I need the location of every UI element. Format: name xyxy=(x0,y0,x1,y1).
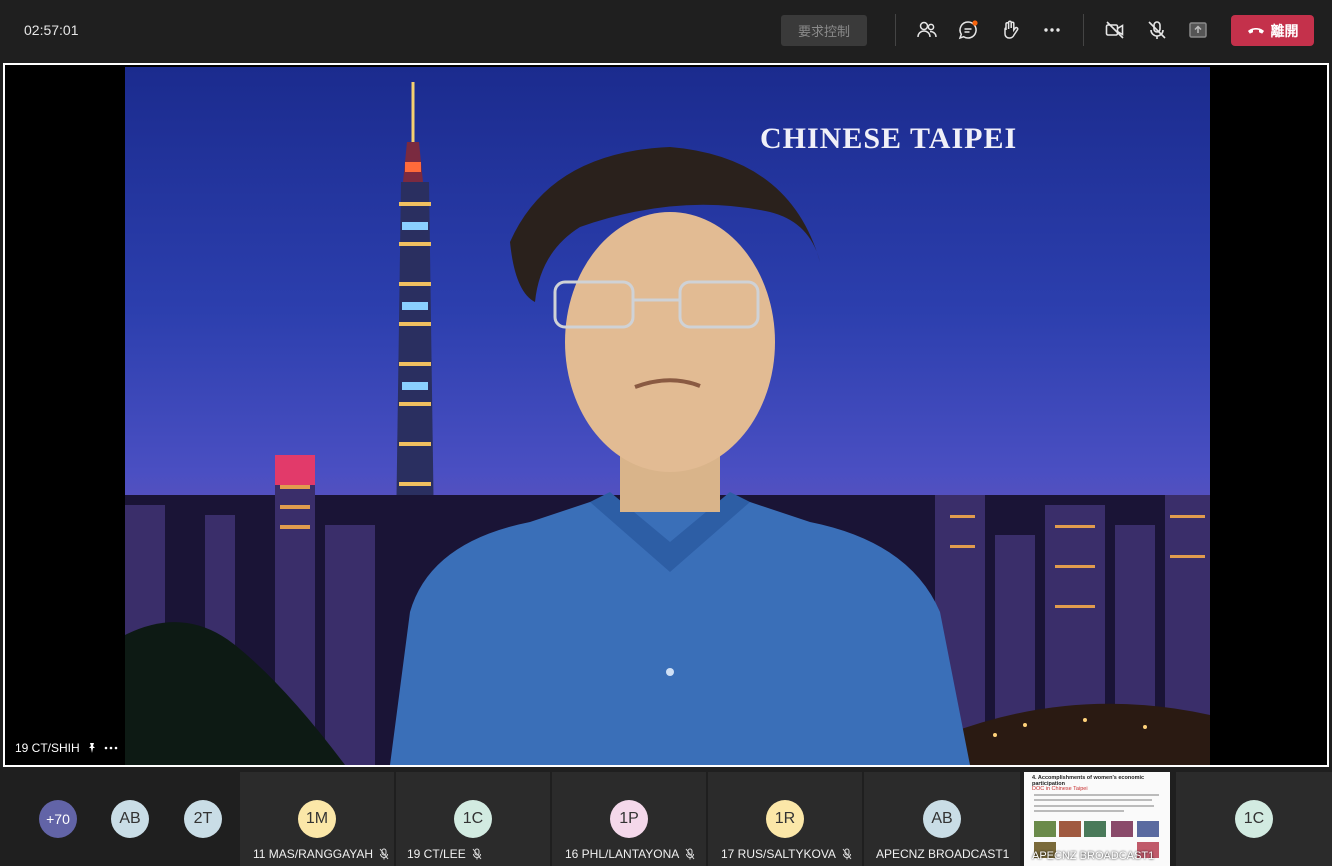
slide-subtitle: DOC in Chinese Taipei xyxy=(1032,786,1088,792)
request-control-button[interactable]: 要求控制 xyxy=(781,15,867,46)
participant-video-feed: CHINESE TAIPEI xyxy=(125,67,1210,765)
participant-name-row: 11 MAS/RANGGAYAH xyxy=(253,847,389,861)
participant-name: APECNZ BROADCAST1 xyxy=(876,847,1010,861)
avatar: 1C xyxy=(454,800,492,838)
background-caption: CHINESE TAIPEI xyxy=(760,122,1018,155)
participant-name: 11 MAS/RANGGAYAH xyxy=(253,847,374,861)
avatar: 1C xyxy=(1235,800,1273,838)
participants-icon[interactable] xyxy=(914,17,940,43)
shared-screen-label: APECNZ BROADCAST1 xyxy=(1032,850,1155,862)
leave-label: 離開 xyxy=(1270,22,1299,39)
meeting-timer: 02:57:01 xyxy=(24,22,79,38)
leave-button[interactable]: 離開 xyxy=(1231,15,1314,46)
overflow-participants-count[interactable]: +70 xyxy=(39,800,77,838)
mic-off-icon[interactable] xyxy=(1144,17,1170,43)
main-participant-name: 19 CT/SHIH xyxy=(15,741,80,755)
toolbar-divider xyxy=(1083,14,1084,46)
participant-name: 16 PHL/LANTAYONA xyxy=(565,847,680,861)
hang-up-icon xyxy=(1247,27,1264,34)
camera-off-icon[interactable] xyxy=(1102,17,1128,43)
raise-hand-icon[interactable] xyxy=(997,17,1023,43)
presenter-figure xyxy=(390,147,970,765)
avatar[interactable]: 2T xyxy=(184,800,222,838)
participant-tile[interactable]: 1C 19 CT/LEE xyxy=(396,772,550,866)
avatar: AB xyxy=(923,800,961,838)
avatar[interactable]: AB xyxy=(111,800,149,838)
participant-tile[interactable]: 1P 16 PHL/LANTAYONA xyxy=(552,772,706,866)
participant-name: 19 CT/LEE xyxy=(407,847,466,861)
main-video-tile[interactable]: CHINESE TAIPEI 19 CT/SHIH xyxy=(3,63,1329,767)
more-options-icon[interactable] xyxy=(1039,17,1065,43)
participant-name-row: 16 PHL/LANTAYONA xyxy=(565,847,695,861)
meeting-toolbar: 02:57:01 要求控制 離開 xyxy=(0,0,1332,62)
share-screen-icon[interactable] xyxy=(1185,17,1211,43)
mic-off-icon xyxy=(685,848,695,860)
mic-off-icon xyxy=(379,848,389,860)
participant-name-row: 17 RUS/SALTYKOVA xyxy=(721,847,852,861)
avatar: 1P xyxy=(610,800,648,838)
mic-off-icon xyxy=(472,848,482,860)
participant-name-row: 19 CT/LEE xyxy=(407,847,482,861)
participant-tile[interactable]: 1M 11 MAS/RANGGAYAH xyxy=(240,772,394,866)
avatar: 1M xyxy=(298,800,336,838)
shared-screen-tile[interactable]: 4. Accomplishments of women's economic p… xyxy=(1024,772,1170,866)
participant-tile[interactable]: 1C xyxy=(1176,772,1332,866)
more-options-icon[interactable] xyxy=(104,746,118,750)
pin-icon[interactable] xyxy=(86,742,98,754)
avatar: 1R xyxy=(766,800,804,838)
chat-icon[interactable] xyxy=(955,17,981,43)
participant-tile[interactable]: AB APECNZ BROADCAST1 xyxy=(864,772,1020,866)
participant-tile[interactable]: 1R 17 RUS/SALTYKOVA xyxy=(708,772,862,866)
participant-name: 17 RUS/SALTYKOVA xyxy=(721,847,836,861)
participant-gallery: +70 AB 2T 1M 11 MAS/RANGGAYAH 1C 19 CT/L… xyxy=(0,772,1332,866)
toolbar-divider xyxy=(895,14,896,46)
main-participant-label: 19 CT/SHIH xyxy=(15,741,118,755)
mic-off-icon xyxy=(842,848,852,860)
